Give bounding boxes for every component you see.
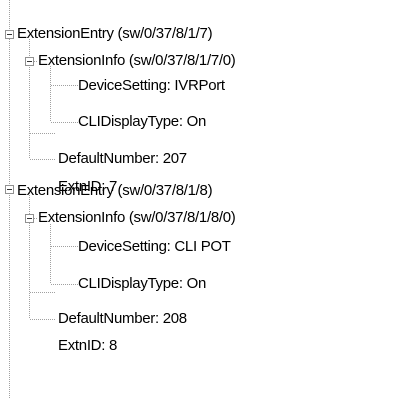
collapse-toggle-icon[interactable] (25, 57, 34, 66)
tree-node-label: DefaultNumber: 207 (58, 150, 187, 167)
collapse-toggle-icon[interactable] (25, 214, 34, 223)
tree-node-label: CLIDisplayType: On (78, 275, 206, 292)
collapse-toggle-icon[interactable] (5, 185, 14, 194)
collapse-toggle-icon[interactable] (5, 30, 14, 39)
tree-node-label: CLIDisplayType: On (78, 113, 206, 130)
tree-node-device-setting[interactable]: DeviceSetting: IVRPort (76, 75, 227, 97)
tree-node-label: DeviceSetting: CLI POT (78, 238, 231, 255)
tree-node-default-number[interactable]: DefaultNumber: 208 (56, 308, 189, 330)
tree-node-extension-info[interactable]: ExtensionInfo (sw/0/37/8/1/8/0) (36, 207, 238, 229)
tree-node-default-number[interactable]: DefaultNumber: 207 (56, 148, 189, 170)
tree-node-label: ExtensionEntry (sw/0/37/8/1/8) (17, 182, 213, 199)
tree-node-extn-id[interactable]: ExtnID: 8 (56, 335, 119, 357)
tree-node-label: ExtensionInfo (sw/0/37/8/1/7/0) (38, 52, 236, 69)
tree-node-extension-info[interactable]: ExtensionInfo (sw/0/37/8/1/7/0) (36, 50, 238, 72)
tree-node-label: ExtensionEntry (sw/0/37/8/1/7) (17, 25, 213, 42)
tree-node-label: DeviceSetting: IVRPort (78, 77, 225, 94)
tree-node-extension-entry[interactable]: ExtensionEntry (sw/0/37/8/1/7) (15, 23, 214, 45)
tree-view[interactable]: ExtensionEntry (sw/0/37/8/1/7) Extension… (0, 0, 398, 399)
tree-node-device-setting[interactable]: DeviceSetting: CLI POT (76, 236, 233, 258)
tree-node-label: ExtensionInfo (sw/0/37/8/1/8/0) (38, 209, 236, 226)
tree-node-label: ExtnID: 8 (58, 337, 117, 354)
tree-node-cli-display-type[interactable]: CLIDisplayType: On (76, 273, 208, 295)
tree-node-label: DefaultNumber: 208 (58, 310, 187, 327)
tree-node-cli-display-type[interactable]: CLIDisplayType: On (76, 111, 208, 133)
tree-node-extension-entry[interactable]: ExtensionEntry (sw/0/37/8/1/8) (15, 180, 214, 202)
